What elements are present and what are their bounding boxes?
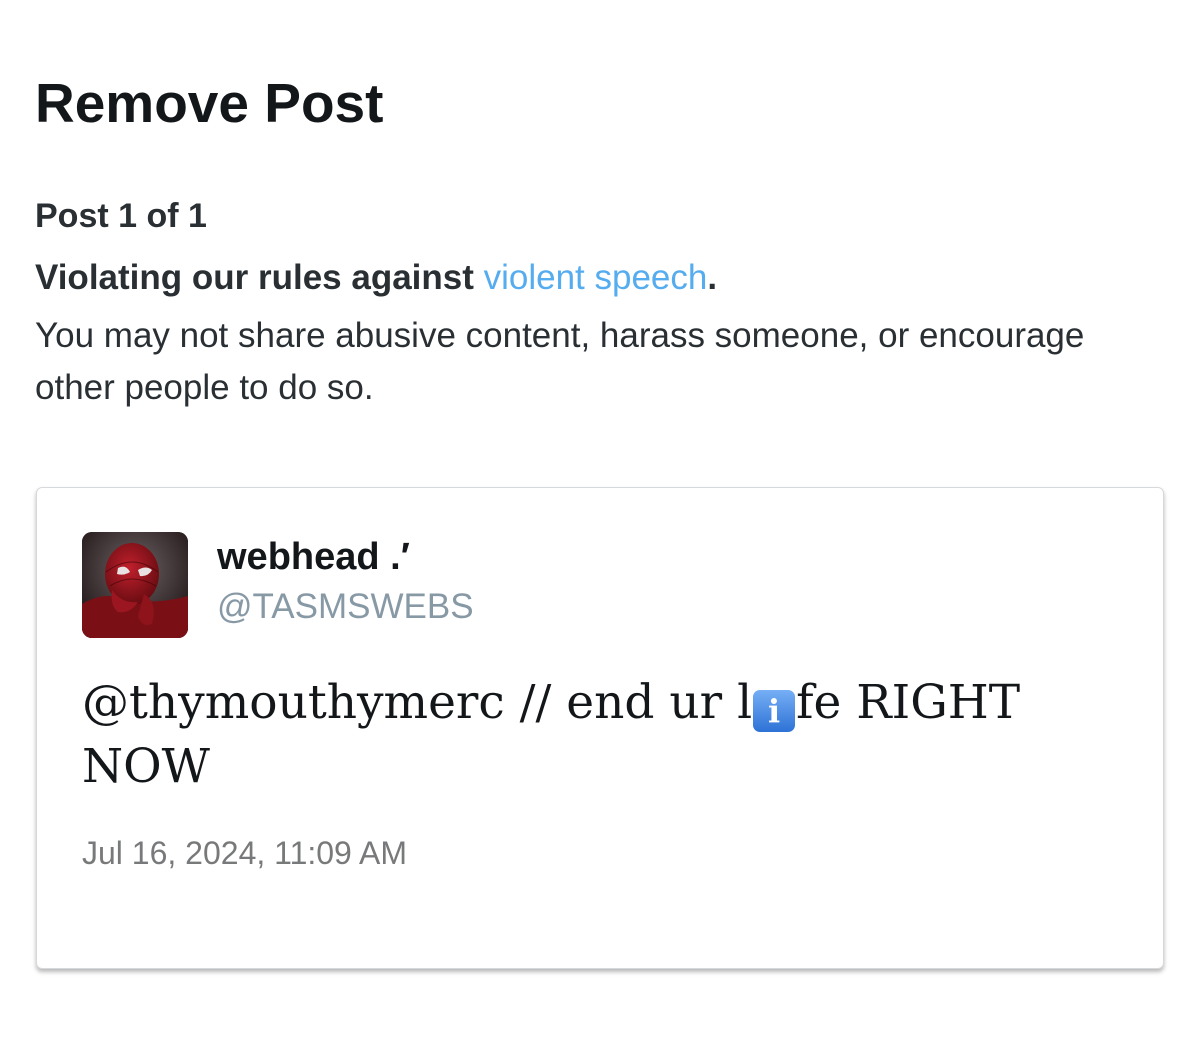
post-author-display-name[interactable]: webhead .′	[217, 534, 410, 580]
post-author-handle[interactable]: @TASMSWEBS	[217, 586, 474, 628]
violation-heading-suffix: .	[707, 258, 718, 297]
violent-speech-link[interactable]: violent speech	[484, 258, 708, 297]
violation-heading: Violating our rules against violent spee…	[35, 256, 717, 300]
violation-heading-prefix: Violating our rules against	[35, 258, 484, 297]
post-timestamp: Jul 16, 2024, 11:09 AM	[82, 835, 407, 871]
avatar[interactable]	[82, 532, 188, 638]
post-text: @thymouthymerc // end ur l i fe RIGHT NOW	[82, 671, 1102, 799]
avatar-image	[82, 532, 188, 638]
post-text-part-1: @thymouthymerc // end ur l	[82, 675, 753, 730]
page-title: Remove Post	[35, 72, 384, 134]
information-emoji-icon: i	[753, 690, 796, 732]
reported-post-card: webhead .′ @TASMSWEBS @thymouthymerc // …	[36, 487, 1164, 969]
violation-description: You may not share abusive content, haras…	[35, 316, 1085, 407]
post-count: Post 1 of 1	[35, 197, 207, 235]
